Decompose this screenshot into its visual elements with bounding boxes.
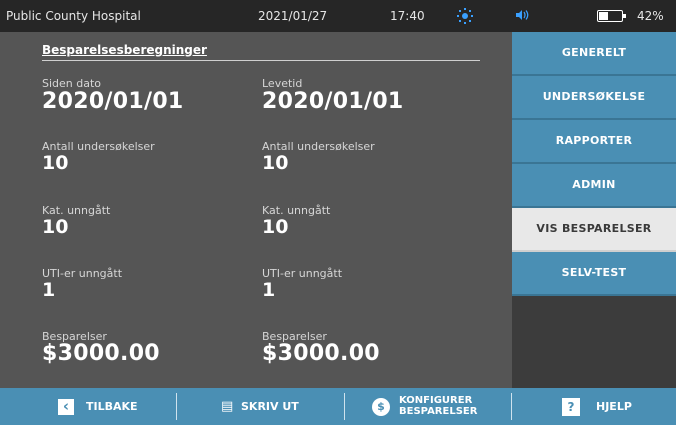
menu-item-vis-besparelser[interactable]: VIS BESPARELSER <box>512 208 676 252</box>
back-label: TILBAKE <box>86 400 138 413</box>
side-menu: GENERELT UNDERSØKELSE RAPPORTER ADMIN VI… <box>512 32 676 388</box>
menu-item-admin[interactable]: ADMIN <box>512 164 676 208</box>
print-button[interactable]: ▤ SKRIV UT <box>177 388 344 425</box>
lifetime-exams-value: 10 <box>262 152 289 174</box>
lifetime-value: 2020/01/01 <box>262 89 404 114</box>
exams-value: 10 <box>42 152 69 174</box>
lifetime-uti-avoided-value: 1 <box>262 279 276 301</box>
configure-savings-button[interactable]: $ KONFIGURER BESPARELSER <box>345 388 511 425</box>
chevron-left-icon: ‹ <box>58 399 74 415</box>
print-label: SKRIV UT <box>241 400 299 413</box>
sun-icon <box>457 8 473 24</box>
savings-panel: Besparelsesberegninger Siden dato 2020/0… <box>0 32 512 388</box>
section-title: Besparelsesberegninger <box>42 43 207 57</box>
menu-item-rapporter[interactable]: RAPPORTER <box>512 120 676 164</box>
menu-item-selv-test[interactable]: SELV-TEST <box>512 252 676 296</box>
document-icon: ▤ <box>221 399 234 414</box>
savings-value: $3000.00 <box>42 341 160 366</box>
help-icon: ? <box>562 398 580 416</box>
configure-label-line2: BESPARELSER <box>399 406 478 417</box>
menu-item-generelt[interactable]: GENERELT <box>512 32 676 76</box>
dollar-icon: $ <box>372 398 390 416</box>
uti-avoided-value: 1 <box>42 279 56 301</box>
battery-icon <box>597 10 626 22</box>
status-bar: Public County Hospital 2021/01/27 17:40 … <box>0 0 676 32</box>
help-button[interactable]: ? HJELP <box>512 388 676 425</box>
since-date-value: 2020/01/01 <box>42 89 184 114</box>
battery-percent: 42% <box>637 9 664 23</box>
lifetime-savings-value: $3000.00 <box>262 341 380 366</box>
menu-item-undersokelse[interactable]: UNDERSØKELSE <box>512 76 676 120</box>
facility-name: Public County Hospital <box>6 9 141 23</box>
status-date: 2021/01/27 <box>258 9 328 23</box>
bottom-toolbar: ‹ TILBAKE ▤ SKRIV UT $ KONFIGURER BESPAR… <box>0 388 676 425</box>
help-label: HJELP <box>596 400 632 413</box>
battery-level <box>599 12 608 20</box>
lifetime-cath-avoided-value: 10 <box>262 216 289 238</box>
back-button[interactable]: ‹ TILBAKE <box>0 388 176 425</box>
title-divider <box>42 60 480 61</box>
configure-label-line1: KONFIGURER <box>399 395 473 406</box>
status-time: 17:40 <box>390 9 425 23</box>
speaker-icon <box>514 8 530 25</box>
cath-avoided-value: 10 <box>42 216 69 238</box>
